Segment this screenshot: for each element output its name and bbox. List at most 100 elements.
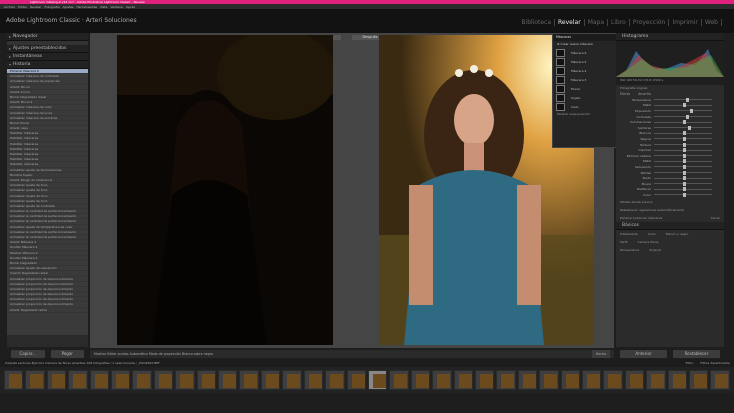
slider-knob[interactable] — [683, 181, 686, 186]
profile-select[interactable]: Camera Plana — [638, 240, 659, 244]
filmstrip-thumbnail[interactable] — [517, 370, 538, 390]
slider-knob[interactable] — [685, 114, 689, 119]
slider-track[interactable] — [654, 164, 712, 169]
color-mode-button[interactable]: Color — [648, 232, 656, 236]
close-masks-button[interactable]: Cerrar — [711, 216, 720, 220]
filmstrip-thumbnail[interactable] — [646, 370, 666, 390]
show-overlay-toggle[interactable]: Mostrar superposición — [553, 111, 617, 117]
slider-track[interactable] — [654, 114, 712, 119]
reset-sliders-checkbox[interactable]: Restablecer reguladores automáticamente — [616, 206, 724, 214]
filmstrip-thumbnail[interactable] — [346, 370, 366, 390]
slider-track[interactable] — [654, 181, 712, 186]
slider-track[interactable] — [654, 108, 712, 113]
filmstrip-thumbnail[interactable] — [710, 370, 730, 390]
filmstrip-thumbnail[interactable] — [218, 370, 238, 390]
filmstrip-thumbnail[interactable] — [689, 370, 709, 390]
slider-track[interactable] — [654, 131, 712, 136]
filmstrip-thumbnail[interactable] — [282, 370, 302, 390]
filmstrip-thumbnail[interactable] — [239, 370, 259, 390]
copy-button[interactable]: Copiar... — [11, 350, 45, 358]
module-tab[interactable]: Proyección — [630, 19, 670, 26]
slider-track[interactable] — [654, 176, 712, 181]
slider-track[interactable] — [654, 142, 712, 147]
filmstrip-thumbnail[interactable] — [367, 370, 388, 390]
slider-track[interactable] — [654, 97, 712, 102]
mask-item[interactable]: Sujeto — [553, 93, 617, 102]
slider-knob[interactable] — [687, 125, 691, 130]
slider-knob[interactable] — [683, 159, 686, 164]
slider-track[interactable] — [654, 103, 712, 108]
module-tab[interactable]: Imprimir — [669, 19, 702, 26]
temp-select[interactable]: Original — [649, 248, 661, 252]
history-item[interactable]: Añadir Degradado radial — [7, 308, 88, 313]
slider-knob[interactable] — [683, 170, 686, 175]
filmstrip-thumbnail[interactable] — [111, 370, 131, 390]
filmstrip-thumbnail[interactable] — [260, 370, 281, 390]
filmstrip-thumbnail[interactable] — [303, 370, 324, 390]
presets-header[interactable]: ▸ Ajustes preestablecidos — [7, 45, 88, 53]
filmstrip-thumbnail[interactable] — [581, 370, 602, 390]
delete-all-masks-button[interactable]: Eliminar todas las máscaras — [620, 216, 662, 220]
previous-button[interactable]: Anterior — [620, 350, 667, 358]
slider-knob[interactable] — [683, 153, 686, 158]
slider-track[interactable] — [654, 153, 712, 158]
slider-knob[interactable] — [683, 187, 686, 192]
slider-knob[interactable] — [685, 97, 689, 102]
filmstrip-thumbnail[interactable] — [667, 370, 687, 390]
filmstrip-thumbnail[interactable] — [196, 370, 217, 390]
mask-item[interactable]: Máscara 5 — [553, 57, 617, 66]
paste-button[interactable]: Pegar — [50, 350, 84, 358]
filter-select[interactable]: Filtros desactivados — [700, 359, 730, 367]
filmstrip-thumbnail[interactable] — [453, 370, 473, 390]
filmstrip-thumbnail[interactable] — [175, 370, 195, 390]
filmstrip-thumbnail[interactable] — [560, 370, 580, 390]
slider-knob[interactable] — [683, 192, 686, 197]
mask-item[interactable]: Cielo — [553, 102, 617, 111]
filmstrip-thumbnail[interactable] — [603, 370, 623, 390]
module-tab[interactable]: Revelar — [555, 19, 585, 26]
module-tab[interactable]: Biblioteca — [518, 19, 556, 26]
slider-track[interactable] — [654, 136, 712, 141]
done-button[interactable]: Hecho — [591, 350, 610, 358]
mask-item[interactable]: Pincel — [553, 84, 617, 93]
fine-tune-checkbox[interactable]: Utilizar Ajuste preciso — [616, 198, 724, 206]
history-header[interactable]: ▾ Historia — [7, 61, 88, 69]
effect-select[interactable]: Amarillo — [638, 91, 651, 97]
filmstrip-thumbnail[interactable] — [153, 370, 174, 390]
slider-knob[interactable] — [683, 148, 686, 153]
filmstrip-thumbnail[interactable] — [432, 370, 452, 390]
filmstrip-source-info[interactable]: Carpeta Lecturas Ejercicio Camara de flo… — [5, 361, 160, 365]
filmstrip-thumbnail[interactable] — [68, 370, 88, 390]
slider-track[interactable] — [654, 148, 712, 153]
module-tab[interactable]: Mapa — [585, 19, 609, 26]
filmstrip-thumbnail[interactable] — [132, 370, 152, 390]
slider-track[interactable] — [654, 159, 712, 164]
slider-track[interactable] — [654, 120, 712, 125]
filmstrip-thumbnail[interactable] — [389, 370, 409, 390]
slider-knob[interactable] — [683, 136, 686, 141]
reset-button[interactable]: Restablecer — [673, 350, 720, 358]
toolbar-text[interactable]: Mostrar Editar puntos Automático Modo de… — [94, 352, 213, 356]
slider-track[interactable] — [654, 170, 712, 175]
filmstrip-thumbnail[interactable] — [4, 370, 24, 390]
module-tab[interactable]: Web — [702, 19, 722, 26]
slider-knob[interactable] — [683, 131, 686, 136]
filmstrip-thumbnail[interactable] — [410, 370, 431, 390]
slider-knob[interactable] — [683, 103, 686, 108]
slider-knob[interactable] — [689, 108, 693, 113]
mask-item[interactable]: Máscara 6 — [553, 48, 617, 57]
mask-item[interactable]: Máscara 3 — [553, 75, 617, 84]
filmstrip-thumbnail[interactable] — [325, 370, 345, 390]
navigator-header[interactable]: ▸ Navegador — [7, 33, 88, 41]
slider-knob[interactable] — [683, 142, 686, 147]
basic-header[interactable]: Básicos — [616, 221, 724, 230]
histogram-header[interactable]: Histograma — [616, 33, 724, 41]
filmstrip-thumbnail[interactable] — [496, 370, 516, 390]
slider-knob[interactable] — [683, 176, 686, 181]
slider-track[interactable] — [654, 125, 712, 130]
snapshots-header[interactable]: ▸ Instantáneas — [7, 53, 88, 61]
bw-mode-button[interactable]: Blanco y negro — [666, 232, 688, 236]
filmstrip-thumbnail[interactable] — [474, 370, 495, 390]
slider-track[interactable] — [654, 187, 712, 192]
slider-knob[interactable] — [683, 120, 686, 125]
